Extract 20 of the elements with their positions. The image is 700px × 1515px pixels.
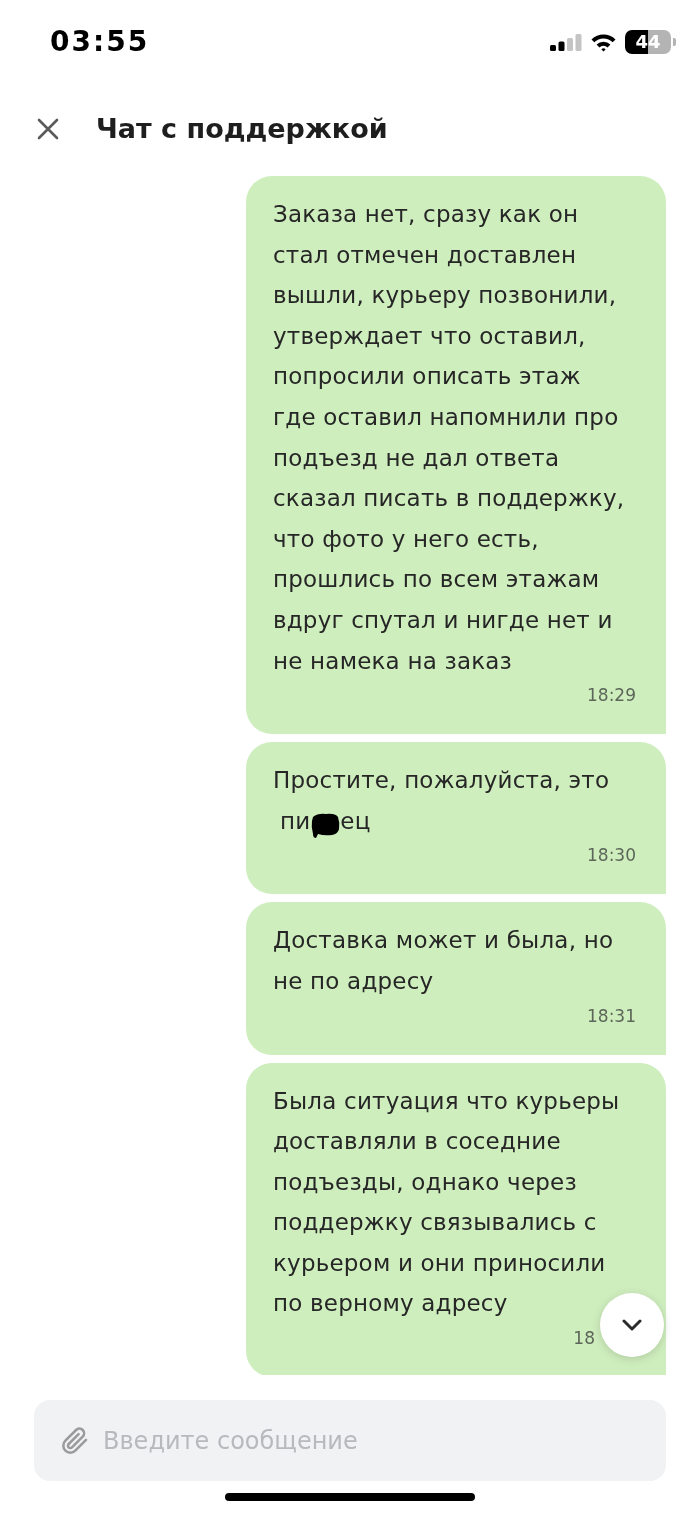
message-text: Доставка может и была, но не по адресу [273, 927, 614, 994]
chevron-down-icon [622, 1319, 642, 1331]
message-time: 18:31 [587, 1004, 636, 1027]
paperclip-icon[interactable] [61, 1426, 89, 1456]
message-time: 18:29 [587, 684, 636, 707]
battery-indicator: 44 [625, 30, 676, 54]
message-text: ец [340, 807, 371, 834]
signal-strength-icon [550, 33, 582, 51]
message-time: 18 [573, 1327, 595, 1350]
message-text: Простите, пожалуйста, это [273, 767, 610, 794]
message-text: Заказа нет, сразу как он стал отмечен доставлен вышли, курьеру позвонили, утверждает что оставил, попросили описать этаж где оставил напомнили про подъезд не дал ответа сказал писать в поддержку, что фото у него есть, прошлись по всем этажам вдруг спутал и нигде нет и не намека на заказ [273, 201, 625, 674]
status-time: 03:55 [50, 28, 150, 56]
message-time: 18:30 [587, 844, 636, 867]
close-button[interactable] [37, 118, 59, 140]
chat-title: Чат с поддержкой [96, 111, 388, 146]
message-text: пи [279, 807, 311, 834]
wifi-icon [590, 32, 617, 52]
message-text: Была ситуация что курьеры доставляли в соседние подъезды, однако через поддержку связывались с курьером и они приносили по верному адресу [273, 1087, 620, 1317]
close-icon [37, 118, 59, 140]
message-input-field[interactable]: Введите сообщение [34, 1400, 666, 1481]
